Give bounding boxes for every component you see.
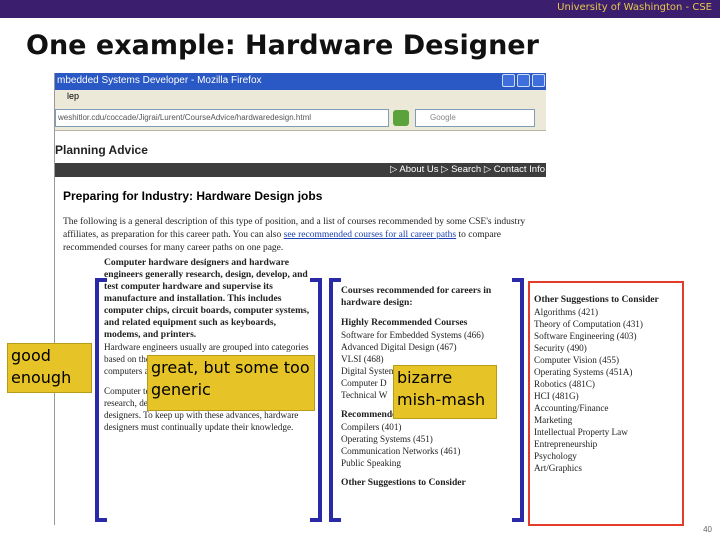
course-item: Public Speaking [341, 458, 401, 468]
callout-great-but-generic: great, but some too generic [147, 355, 315, 411]
suggestions-column: Other Suggestions to Consider Algorithms… [534, 294, 680, 474]
courses-heading: Courses recommended for careers in hardw… [341, 285, 492, 308]
address-bar[interactable]: weshitlor.cdu/coccade/Jigrai/Lurent/Cour… [55, 109, 389, 127]
suggestion-item: Security (490) [534, 343, 587, 353]
suggestion-item: Psychology [534, 451, 577, 461]
close-icon[interactable] [532, 74, 545, 87]
callout-bizarre: bizarre mish-mash [393, 365, 497, 419]
intro-paragraph: The following is a general description o… [63, 216, 537, 255]
maximize-icon[interactable] [517, 74, 530, 87]
doc-title: Preparing for Industry: Hardware Design … [63, 189, 323, 203]
suggestion-item: Operating Systems (451A) [534, 367, 633, 377]
suggestion-item: Marketing [534, 415, 573, 425]
course-item: Operating Systems (451) [341, 434, 433, 444]
window-titlebar: mbedded Systems Developer - Mozilla Fire… [55, 73, 546, 90]
course-item: Software for Embedded Systems (466) [341, 330, 484, 340]
suggestion-item: Accounting/Finance [534, 403, 609, 413]
search-input[interactable]: Google [415, 109, 535, 127]
suggestions-heading: Other Suggestions to Consider [534, 294, 659, 305]
suggestion-item: Intellectual Property Law [534, 427, 628, 437]
site-nav: ▷ About Us ▷ Search ▷ Contact Info [55, 163, 546, 177]
other-suggestions-heading: Other Suggestions to Consider [341, 477, 466, 488]
go-icon[interactable] [393, 110, 409, 126]
site-nav-links[interactable]: ▷ About Us ▷ Search ▷ Contact Info [390, 164, 545, 175]
career-paths-link[interactable]: see recommended courses for all career p… [284, 230, 457, 240]
suggestion-item: Software Engineering (403) [534, 331, 637, 341]
bracket-left-1 [95, 278, 107, 522]
suggestion-item: Algorithms (421) [534, 307, 599, 317]
slide-title: One example: Hardware Designer [26, 30, 539, 61]
course-item: VLSI (468) [341, 354, 384, 364]
university-label: University of Washington - CSE [557, 2, 712, 13]
page-heading: Planning Advice [55, 143, 148, 157]
suggestion-item: Computer Vision (455) [534, 355, 620, 365]
menu-help[interactable]: lep [67, 91, 79, 101]
course-item: Compilers (401) [341, 422, 402, 432]
minimize-icon[interactable] [502, 74, 515, 87]
suggestion-item: Theory of Computation (431) [534, 319, 643, 329]
top-banner: University of Washington - CSE [0, 0, 720, 18]
description-para1: Computer hardware designers and hardware… [104, 257, 310, 340]
suggestion-item: Robotics (481C) [534, 379, 595, 389]
suggestion-item: Entrepreneurship [534, 439, 598, 449]
navigation-toolbar: weshitlor.cdu/coccade/Jigrai/Lurent/Cour… [55, 105, 546, 131]
window-title: mbedded Systems Developer - Mozilla Fire… [57, 75, 262, 86]
callout-good-enough: good enough [7, 343, 92, 393]
highly-recommended-heading: Highly Recommended Courses [341, 317, 468, 328]
suggestion-item: Art/Graphics [534, 463, 582, 473]
menu-bar: lep [55, 90, 546, 105]
course-item: Communication Networks (461) [341, 446, 461, 456]
suggestion-item: HCI (481G) [534, 391, 579, 401]
bracket-right-2 [512, 278, 524, 522]
bracket-left-2 [329, 278, 341, 522]
course-item: Advanced Digital Design (467) [341, 342, 457, 352]
page-number: 40 [703, 525, 712, 534]
